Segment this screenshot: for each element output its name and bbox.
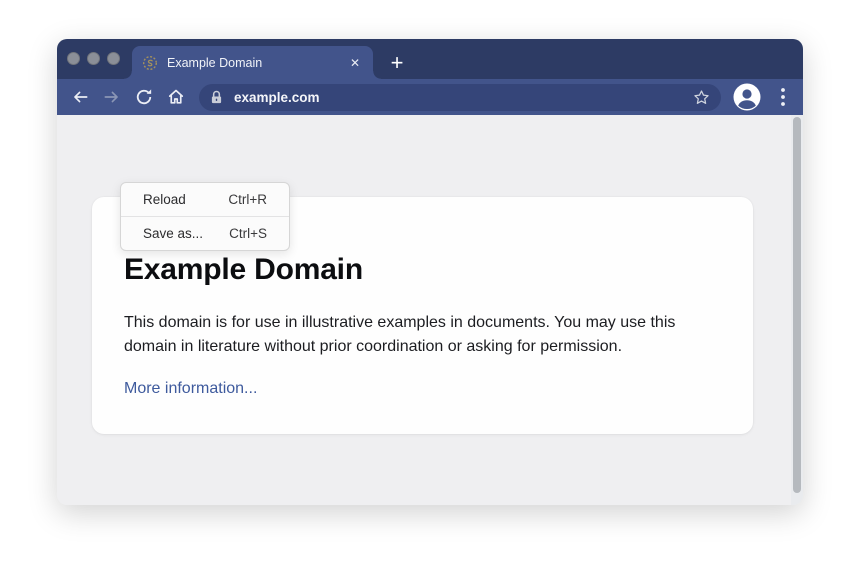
reload-icon (134, 87, 154, 107)
home-button[interactable] (163, 84, 189, 110)
lock-icon[interactable] (208, 89, 225, 106)
new-tab-button[interactable]: + (382, 46, 412, 79)
window-minimize-button[interactable] (87, 52, 100, 65)
url-text[interactable]: example.com (234, 90, 692, 105)
menu-item-shortcut: Ctrl+S (229, 226, 267, 241)
scrollbar-thumb[interactable] (793, 117, 801, 493)
context-menu-item-reload[interactable]: Reload Ctrl+R (121, 183, 289, 216)
favicon-icon (142, 55, 158, 71)
context-menu: Reload Ctrl+R Save as... Ctrl+S (120, 182, 290, 251)
reload-button[interactable] (131, 84, 157, 110)
window-controls (67, 52, 120, 65)
toolbar: example.com (57, 79, 803, 115)
page-viewport: Example Domain This domain is for use in… (57, 115, 803, 505)
page-paragraph: This domain is for use in illustrative e… (124, 311, 716, 359)
home-icon (166, 87, 186, 107)
back-button[interactable] (67, 84, 93, 110)
window-close-button[interactable] (67, 52, 80, 65)
page-title: Example Domain (124, 253, 717, 287)
menu-item-label: Save as... (143, 226, 203, 241)
forward-button[interactable] (99, 84, 125, 110)
menu-kebab-icon[interactable] (773, 84, 793, 110)
bookmark-star-icon[interactable] (692, 88, 711, 107)
tab-close-icon[interactable]: ✕ (347, 55, 363, 71)
more-information-link[interactable]: More information... (124, 380, 257, 398)
menu-item-label: Reload (143, 192, 186, 207)
profile-avatar[interactable] (733, 83, 761, 111)
scrollbar-track (791, 115, 803, 505)
tab-title: Example Domain (167, 56, 347, 70)
menu-item-shortcut: Ctrl+R (228, 192, 267, 207)
browser-window: Example Domain ✕ + (57, 39, 803, 505)
window-zoom-button[interactable] (107, 52, 120, 65)
forward-arrow-icon (102, 87, 122, 107)
address-bar[interactable]: example.com (199, 84, 721, 111)
titlebar: Example Domain ✕ + (57, 39, 803, 79)
context-menu-item-save-as[interactable]: Save as... Ctrl+S (121, 217, 289, 250)
back-arrow-icon (70, 87, 90, 107)
browser-tab[interactable]: Example Domain ✕ (132, 46, 373, 79)
